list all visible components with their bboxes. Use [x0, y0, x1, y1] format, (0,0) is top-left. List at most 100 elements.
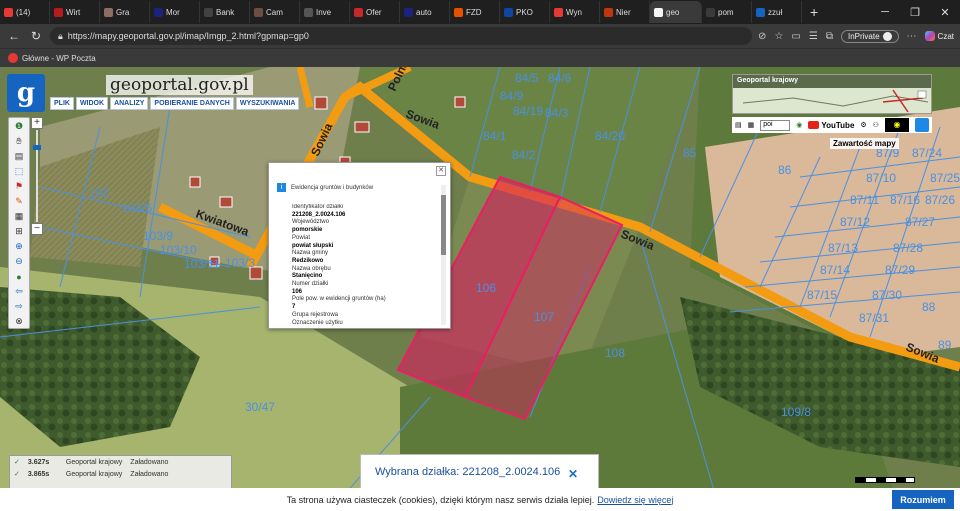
minimize-icon[interactable]: ─ — [870, 6, 900, 19]
tab-label: FZD — [466, 7, 482, 17]
zoom-slider[interactable]: + − — [31, 117, 43, 235]
parcel-label: 107 — [534, 310, 554, 324]
back-arrow-icon[interactable]: ⇦ — [12, 285, 26, 298]
field-value: Stanięcino — [292, 273, 323, 280]
info-tool-icon[interactable]: ❶ — [12, 120, 26, 133]
inprivate-badge[interactable]: InPrivate — [840, 29, 899, 43]
back-icon[interactable]: ← — [6, 29, 22, 43]
overview-minimap[interactable] — [733, 88, 931, 114]
selected-parcel-close-button[interactable]: ✕ — [568, 467, 578, 481]
reload-icon[interactable]: ↻ — [28, 29, 44, 43]
menu-plik[interactable]: PLIK — [50, 97, 74, 110]
browser-tab[interactable]: Mor — [150, 1, 200, 23]
field-label: Powiat — [292, 234, 311, 241]
popup-header: i Ewidencja gruntów i budynków — [277, 183, 373, 192]
tracking-icon[interactable]: ⊘ — [758, 31, 766, 42]
menu-analizy[interactable]: ANALIZY — [110, 97, 149, 110]
browser-tab[interactable]: pom — [702, 1, 752, 23]
browser-tab[interactable]: Inve — [300, 1, 350, 23]
browser-tab[interactable]: auto — [400, 1, 450, 23]
geoportal-logo[interactable]: g — [7, 74, 45, 112]
logo-letter: g — [16, 78, 36, 108]
close-window-icon[interactable]: ✕ — [930, 6, 960, 19]
zoom-in-icon[interactable]: ⊕ — [12, 240, 26, 253]
zoom-out-icon[interactable]: ⊖ — [12, 255, 26, 268]
tab-label: Wyn — [566, 7, 582, 17]
menu-dots-icon[interactable]: ⋯ — [907, 31, 917, 42]
accessibility-icon[interactable]: ⚇ — [873, 121, 879, 129]
overview-title: Geoportal krajowy — [733, 75, 931, 88]
address-bar-row: ← ↻ 🔒︎ https://mapy.geoportal.gov.pl/ima… — [0, 24, 960, 48]
browser-tab[interactable]: PKO — [500, 1, 550, 23]
tab-favicon — [604, 7, 613, 17]
popup-scrollbar[interactable] — [441, 185, 446, 325]
overview-map[interactable]: Geoportal krajowy — [732, 74, 932, 114]
split-icon[interactable]: ▭ — [791, 31, 800, 42]
parcel-label: 87/14 — [820, 263, 850, 277]
parcel-label: 87/12 — [840, 215, 870, 229]
select-icon[interactable]: ⬚ — [12, 165, 26, 178]
browser-tab[interactable]: FZD — [450, 1, 500, 23]
site-brand[interactable]: geoportal.gov.pl — [106, 75, 253, 95]
print-map-icon[interactable]: ▦ — [748, 121, 755, 129]
browser-tab[interactable]: (14) — [0, 1, 50, 23]
popup-title: Ewidencja gruntów i budynków — [291, 184, 374, 191]
print-icon[interactable]: ▤ — [12, 150, 26, 163]
flag-icon[interactable]: ⚑ — [12, 180, 26, 193]
zoom-minus-button[interactable]: − — [31, 223, 43, 235]
copilot-button[interactable]: Czat — [924, 31, 954, 41]
clear-icon[interactable]: ⊗ — [12, 315, 26, 328]
menu-wyszukiwania[interactable]: WYSZUKIWANIA — [235, 97, 300, 110]
zoom-knob[interactable] — [33, 145, 41, 150]
parcel-label: 84/5 — [515, 71, 539, 85]
zoom-window-icon[interactable]: ⊞ — [12, 225, 26, 238]
new-tab-button[interactable]: + — [802, 4, 826, 20]
browser-tab[interactable]: Nier — [600, 1, 650, 23]
zoom-plus-button[interactable]: + — [31, 117, 43, 129]
gps-icon[interactable]: ◉ — [796, 121, 802, 129]
measure-icon[interactable]: ✎ — [12, 195, 26, 208]
collections-icon[interactable]: ⧉ — [826, 31, 833, 42]
browser-tab[interactable]: Gra — [100, 1, 150, 23]
parcel-label: 84/1 — [483, 129, 507, 143]
bookmark-wp-poczta[interactable]: Główne - WP Poczta — [22, 54, 96, 63]
youtube-link[interactable]: YouTube — [808, 121, 854, 130]
grid-icon[interactable]: ▦ — [12, 210, 26, 223]
browser-tab[interactable]: Wirt — [50, 1, 100, 23]
browser-tab[interactable]: Bank — [200, 1, 250, 23]
favorites-icon[interactable]: ☰ — [809, 31, 818, 42]
tab-label: Inve — [316, 7, 332, 17]
menu-widok[interactable]: WIDOK — [75, 97, 109, 110]
favorite-star-icon[interactable]: ☆ — [774, 31, 783, 42]
browser-tab[interactable]: Cam — [250, 1, 300, 23]
cookie-accept-button[interactable]: Rozumiem — [892, 490, 954, 509]
tab-favicon — [504, 7, 513, 17]
cookie-more-link[interactable]: Dowiedz się więcej — [597, 495, 673, 505]
map-canvas[interactable]: SowiaSowiaSowiaKwiatowaPolnaSowia84/5 84/… — [0, 67, 960, 511]
address-icons: ⊘ ☆ ▭ ☰ ⧉ InPrivate ⋯ Czat — [758, 29, 954, 43]
tab-favicon — [354, 7, 363, 17]
browser-tab[interactable]: Wyn — [550, 1, 600, 23]
popup-close-button[interactable]: ✕ — [436, 166, 446, 176]
url-field[interactable]: 🔒︎ https://mapy.geoportal.gov.pl/imap/Im… — [50, 27, 753, 45]
globe-icon[interactable]: ● — [12, 270, 26, 283]
browser-tab[interactable]: zzuł — [752, 1, 802, 23]
browser-tab[interactable]: Ofer — [350, 1, 400, 23]
legend-icon[interactable]: ▤ — [735, 121, 742, 129]
zoom-track[interactable] — [36, 130, 38, 222]
restore-icon[interactable]: ❐ — [900, 6, 930, 19]
map-content-toggle[interactable]: Zawartość mapy — [830, 138, 899, 149]
forward-arrow-icon[interactable]: ⇨ — [12, 300, 26, 313]
popup-scroll-thumb[interactable] — [441, 195, 446, 255]
contrast-icon[interactable]: ◉ — [885, 118, 909, 132]
pan-hand-icon[interactable]: ✋︎ — [12, 135, 26, 148]
copilot-label: Czat — [937, 31, 954, 41]
browser-tab[interactable]: geo — [650, 1, 702, 23]
tab-favicon — [4, 7, 13, 17]
gear-icon[interactable]: ⚙ — [860, 121, 866, 129]
menu-pobieranie-danych[interactable]: POBIERANIE DANYCH — [150, 97, 234, 110]
bookmarks-bar: Główne - WP Poczta — [0, 48, 960, 67]
visibility-eye-icon[interactable] — [915, 118, 929, 132]
poi-select[interactable]: poi — [760, 119, 791, 131]
parcel-label: 109/8 — [781, 405, 811, 419]
